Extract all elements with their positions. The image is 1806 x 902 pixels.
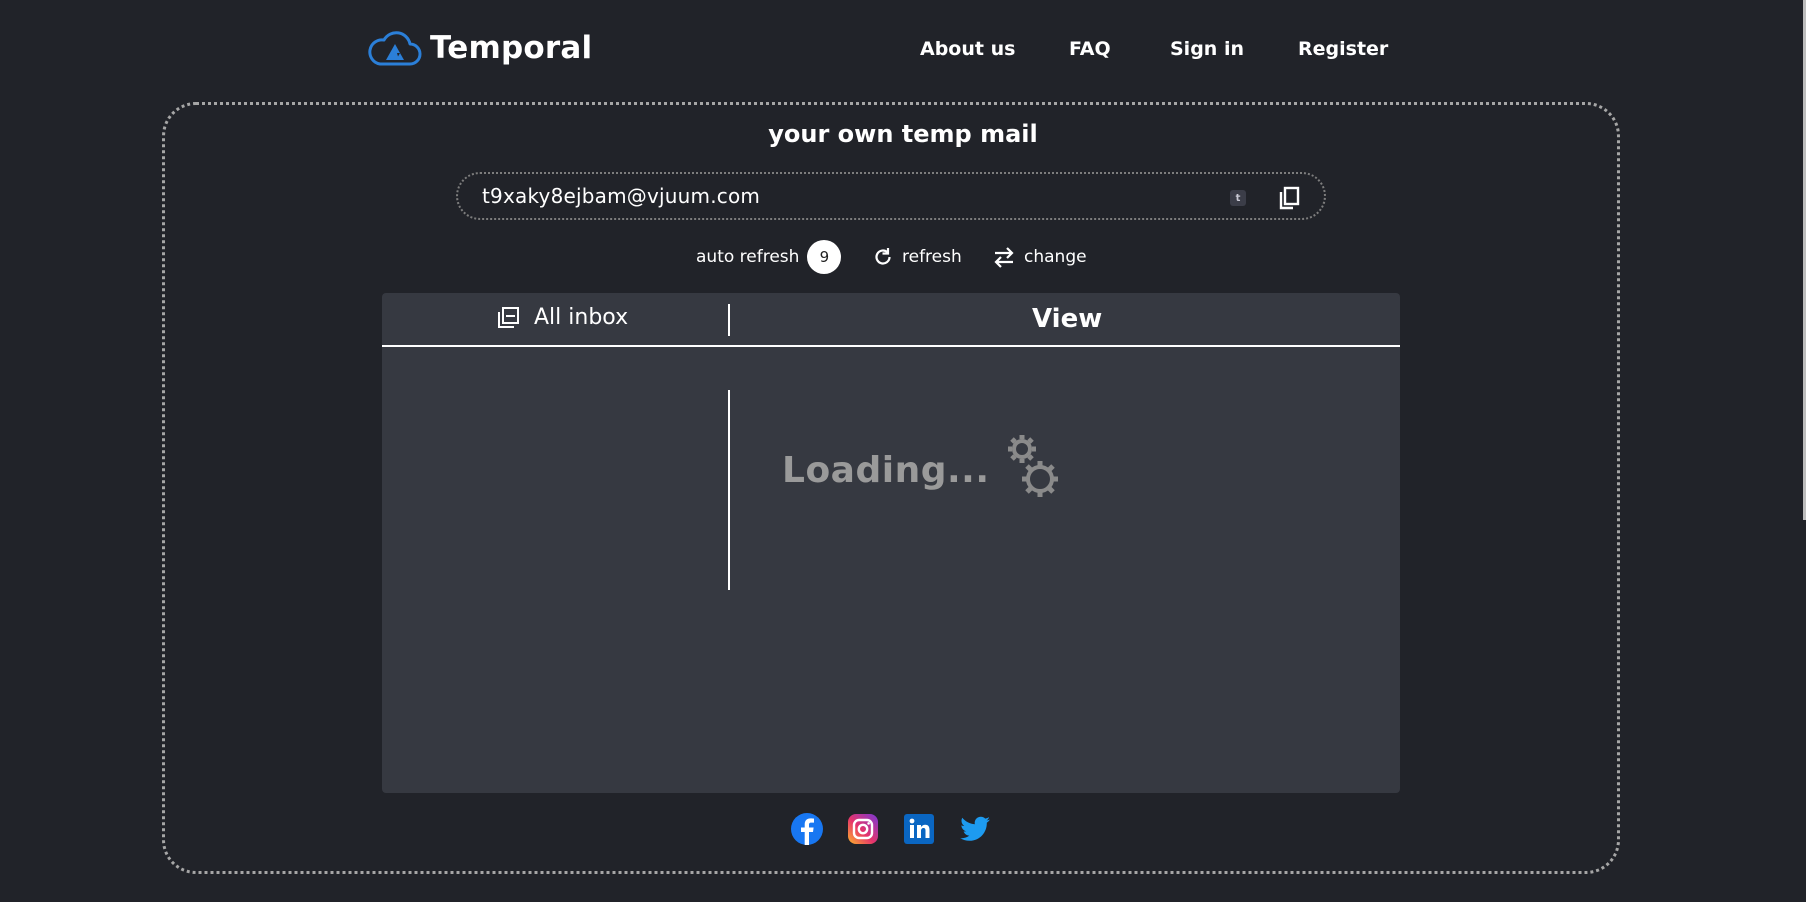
instagram-icon[interactable] [846, 812, 880, 846]
nav-register-link[interactable]: Register [1298, 38, 1388, 60]
twitter-icon[interactable] [958, 812, 992, 846]
page-subtitle: your own temp mail [768, 120, 1038, 148]
cloud-logo-icon [368, 31, 422, 66]
refresh-countdown: 9 [807, 240, 842, 274]
header-divider [728, 304, 730, 336]
extension-badge: t [1230, 190, 1246, 206]
linkedin-icon[interactable] [902, 812, 936, 846]
loading-text: Loading... [782, 449, 990, 491]
nav-signin-link[interactable]: Sign in [1170, 38, 1244, 60]
change-button[interactable]: change [992, 240, 1087, 274]
panel-header: All inbox View [382, 293, 1400, 347]
auto-refresh: auto refresh 9 [696, 240, 842, 274]
refresh-button[interactable]: refresh [872, 240, 962, 274]
auto-refresh-label: auto refresh [696, 247, 800, 267]
refresh-label: refresh [902, 247, 962, 267]
brand-name: Temporal [430, 30, 593, 66]
swap-arrows-icon [994, 247, 1014, 268]
email-address-field[interactable]: t9xaky8ejbam@vjuum.com t [456, 172, 1326, 220]
inbox-panel: All inbox View Loading... [382, 293, 1400, 793]
all-inbox-label: All inbox [534, 305, 629, 330]
view-title: View [1032, 304, 1103, 334]
loading-indicator: Loading... [782, 433, 1066, 507]
copy-icon[interactable] [1278, 186, 1300, 210]
all-inbox-tab[interactable]: All inbox [496, 305, 628, 330]
facebook-icon[interactable] [790, 812, 824, 846]
refresh-icon [875, 248, 891, 265]
nav-about-link[interactable]: About us [920, 38, 1015, 60]
email-address[interactable]: t9xaky8ejbam@vjuum.com [482, 184, 760, 208]
inbox-stack-icon [498, 306, 519, 328]
change-label: change [1024, 247, 1087, 267]
site-header: Temporal About us FAQ Sign in Register [0, 0, 1806, 100]
brand[interactable]: Temporal [366, 28, 592, 68]
gears-icon [1007, 435, 1058, 497]
nav-faq-link[interactable]: FAQ [1069, 38, 1111, 60]
panel-divider [728, 390, 730, 590]
